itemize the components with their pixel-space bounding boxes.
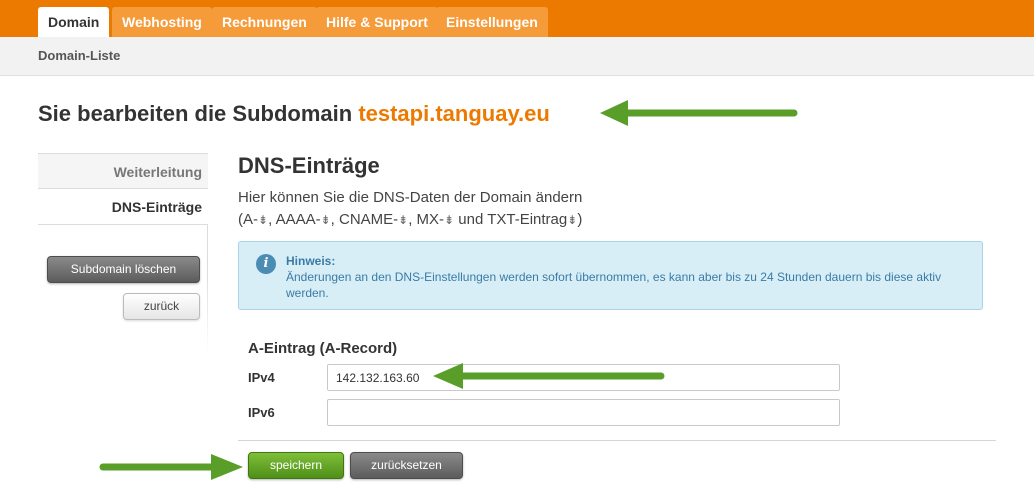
intro-text: Hier können Sie die DNS-Daten der Domain… [238,187,938,231]
intro-line-1: Hier können Sie die DNS-Daten der Domain… [238,189,583,206]
top-nav-bar: Domain Webhosting Rechnungen Hilfe & Sup… [0,0,1034,37]
intro-line-2: (A-⇟, AAAA-⇟, CNAME-⇟, MX-⇟ und TXT-Eint… [238,209,938,231]
annotation-arrow-icon [433,363,665,389]
download-icon[interactable]: ⇟ [321,213,331,227]
intro-close: ) [577,211,583,228]
tab-hilfe-support[interactable]: Hilfe & Support [316,7,438,37]
back-button[interactable]: zurück [123,293,200,320]
notice-box: i Hinweis: Änderungen an den DNS-Einstel… [238,241,983,310]
download-icon[interactable]: ⇟ [258,213,268,227]
page-title-prefix: Sie bearbeiten die Subdomain [38,101,353,126]
sidebar-item-weiterleitung[interactable]: Weiterleitung [38,153,208,189]
intro-a: (A- [238,211,258,228]
subdomain-name: testapi.tanguay.eu [358,101,550,126]
intro-txt: und TXT-Eintrag [454,211,568,228]
ipv6-label: IPv6 [248,405,275,420]
record-title: A-Eintrag (A-Record) [248,340,398,357]
download-icon[interactable]: ⇟ [398,213,408,227]
intro-mx: , MX- [408,211,445,228]
tab-einstellungen[interactable]: Einstellungen [436,7,548,37]
sub-nav-bar: Domain-Liste [0,37,1034,76]
save-button[interactable]: speichern [248,452,344,479]
tab-rechnungen[interactable]: Rechnungen [212,7,317,37]
ipv6-input[interactable] [327,399,840,426]
download-icon[interactable]: ⇟ [444,213,454,227]
page-title: Sie bearbeiten die Subdomain testapi.tan… [38,101,550,127]
section-title: DNS-Einträge [238,153,380,178]
annotation-arrow-icon [600,100,798,126]
breadcrumb-domain-liste[interactable]: Domain-Liste [38,48,120,63]
reset-button[interactable]: zurücksetzen [350,452,463,479]
form-divider [238,440,996,441]
intro-aaaa: , AAAA- [268,211,321,228]
tab-domain[interactable]: Domain [38,7,110,37]
notice-title: Hinweis: [286,254,336,268]
annotation-arrow-icon [99,454,243,480]
intro-cname: , CNAME- [330,211,399,228]
notice-text: Änderungen an den DNS-Einstellungen werd… [286,270,942,300]
sidebar-item-dns-eintraege[interactable]: DNS-Einträge [38,189,208,225]
tab-webhosting[interactable]: Webhosting [112,7,212,37]
info-icon: i [256,254,276,274]
download-icon[interactable]: ⇟ [567,213,577,227]
delete-subdomain-button[interactable]: Subdomain löschen [47,256,200,283]
sidebar: Weiterleitung DNS-Einträge [38,153,208,353]
ipv4-label: IPv4 [248,370,275,385]
